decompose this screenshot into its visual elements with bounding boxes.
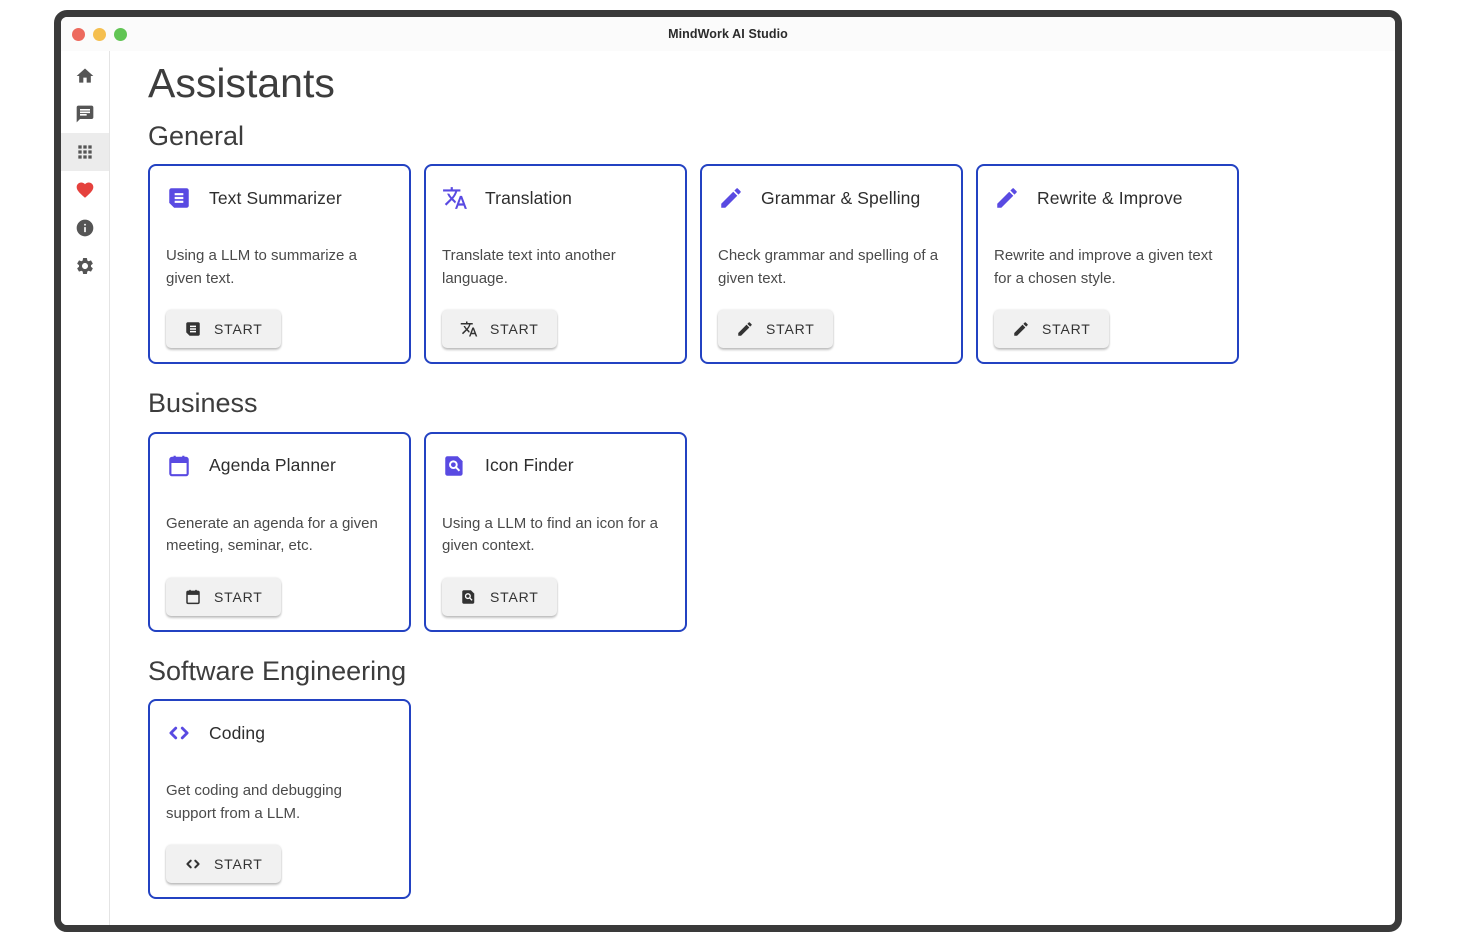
home-icon <box>75 66 95 86</box>
sidebar <box>61 51 110 925</box>
assistant-card: Rewrite & Improve Rewrite and improve a … <box>976 164 1239 364</box>
card-description: Get coding and debugging support from a … <box>166 780 393 825</box>
gear-icon <box>75 256 95 276</box>
start-button-label: START <box>766 321 815 337</box>
card-row: Coding Get coding and debugging support … <box>148 699 1371 899</box>
pencil-icon <box>994 185 1020 211</box>
summarize-icon <box>166 185 192 211</box>
apps-grid-icon <box>75 142 95 162</box>
start-button[interactable]: START <box>442 310 557 348</box>
close-button[interactable] <box>72 28 85 41</box>
info-icon <box>75 218 95 238</box>
section-label: Software Engineering <box>148 655 1371 687</box>
start-button-label: START <box>214 589 263 605</box>
icon-search-icon <box>442 453 468 479</box>
main-content: Assistants General Text Summarizer Using… <box>110 51 1395 925</box>
assistant-card: Icon Finder Using a LLM to find an icon … <box>424 432 687 632</box>
sidebar-item-favorites[interactable] <box>61 171 109 209</box>
section-label: General <box>148 120 1371 152</box>
sidebar-item-about[interactable] <box>61 209 109 247</box>
minimize-button[interactable] <box>93 28 106 41</box>
assistant-card: Grammar & Spelling Check grammar and spe… <box>700 164 963 364</box>
zoom-button[interactable] <box>114 28 127 41</box>
pencil-icon <box>718 185 744 211</box>
card-description: Translate text into another language. <box>442 245 669 290</box>
sections: General Text Summarizer Using a LLM to s… <box>148 120 1371 899</box>
code-icon <box>166 720 192 746</box>
start-button-label: START <box>490 589 539 605</box>
start-button-label: START <box>214 856 263 872</box>
card-title: Text Summarizer <box>209 188 342 209</box>
sidebar-item-settings[interactable] <box>61 247 109 285</box>
card-title: Translation <box>485 188 572 209</box>
translate-icon <box>442 185 468 211</box>
card-description: Using a LLM to find an icon for a given … <box>442 513 669 558</box>
card-title: Rewrite & Improve <box>1037 188 1183 209</box>
calendar-icon <box>184 588 202 606</box>
card-description: Check grammar and spelling of a given te… <box>718 245 945 290</box>
chat-icon <box>75 104 95 124</box>
start-button[interactable]: START <box>718 310 833 348</box>
icon-search-icon <box>460 588 478 606</box>
start-button[interactable]: START <box>442 578 557 616</box>
assistant-card: Agenda Planner Generate an agenda for a … <box>148 432 411 632</box>
card-title: Agenda Planner <box>209 455 336 476</box>
pencil-icon <box>1012 320 1030 338</box>
start-button[interactable]: START <box>166 310 281 348</box>
traffic-lights <box>61 28 127 41</box>
sidebar-item-chats[interactable] <box>61 95 109 133</box>
sidebar-item-home[interactable] <box>61 57 109 95</box>
titlebar: MindWork AI Studio <box>61 17 1395 51</box>
card-row: Agenda Planner Generate an agenda for a … <box>148 432 1371 632</box>
start-button[interactable]: START <box>994 310 1109 348</box>
translate-icon <box>460 320 478 338</box>
assistant-section: Business Agenda Planner Generate an agen… <box>148 387 1371 631</box>
card-description: Using a LLM to summarize a given text. <box>166 245 393 290</box>
assistant-section: Software Engineering Coding Get coding a… <box>148 655 1371 899</box>
sidebar-item-assistants[interactable] <box>61 133 109 171</box>
card-description: Rewrite and improve a given text for a c… <box>994 245 1221 290</box>
start-button-label: START <box>214 321 263 337</box>
page-title: Assistants <box>148 61 1371 106</box>
calendar-icon <box>166 453 192 479</box>
assistant-section: General Text Summarizer Using a LLM to s… <box>148 120 1371 364</box>
heart-icon <box>75 180 95 200</box>
desktop-background: MindWork AI Studio Assistants General Te… <box>0 0 1457 949</box>
start-button-label: START <box>490 321 539 337</box>
code-icon <box>184 855 202 873</box>
window-title: MindWork AI Studio <box>61 27 1395 41</box>
card-title: Coding <box>209 723 265 744</box>
assistant-card: Translation Translate text into another … <box>424 164 687 364</box>
section-label: Business <box>148 387 1371 419</box>
start-button[interactable]: START <box>166 578 281 616</box>
start-button[interactable]: START <box>166 845 281 883</box>
start-button-label: START <box>1042 321 1091 337</box>
card-row: Text Summarizer Using a LLM to summarize… <box>148 164 1371 364</box>
pencil-icon <box>736 320 754 338</box>
card-title: Icon Finder <box>485 455 574 476</box>
assistant-card: Text Summarizer Using a LLM to summarize… <box>148 164 411 364</box>
card-description: Generate an agenda for a given meeting, … <box>166 513 393 558</box>
summarize-icon <box>184 320 202 338</box>
assistant-card: Coding Get coding and debugging support … <box>148 699 411 899</box>
card-title: Grammar & Spelling <box>761 188 920 209</box>
app-window: MindWork AI Studio Assistants General Te… <box>54 10 1402 932</box>
